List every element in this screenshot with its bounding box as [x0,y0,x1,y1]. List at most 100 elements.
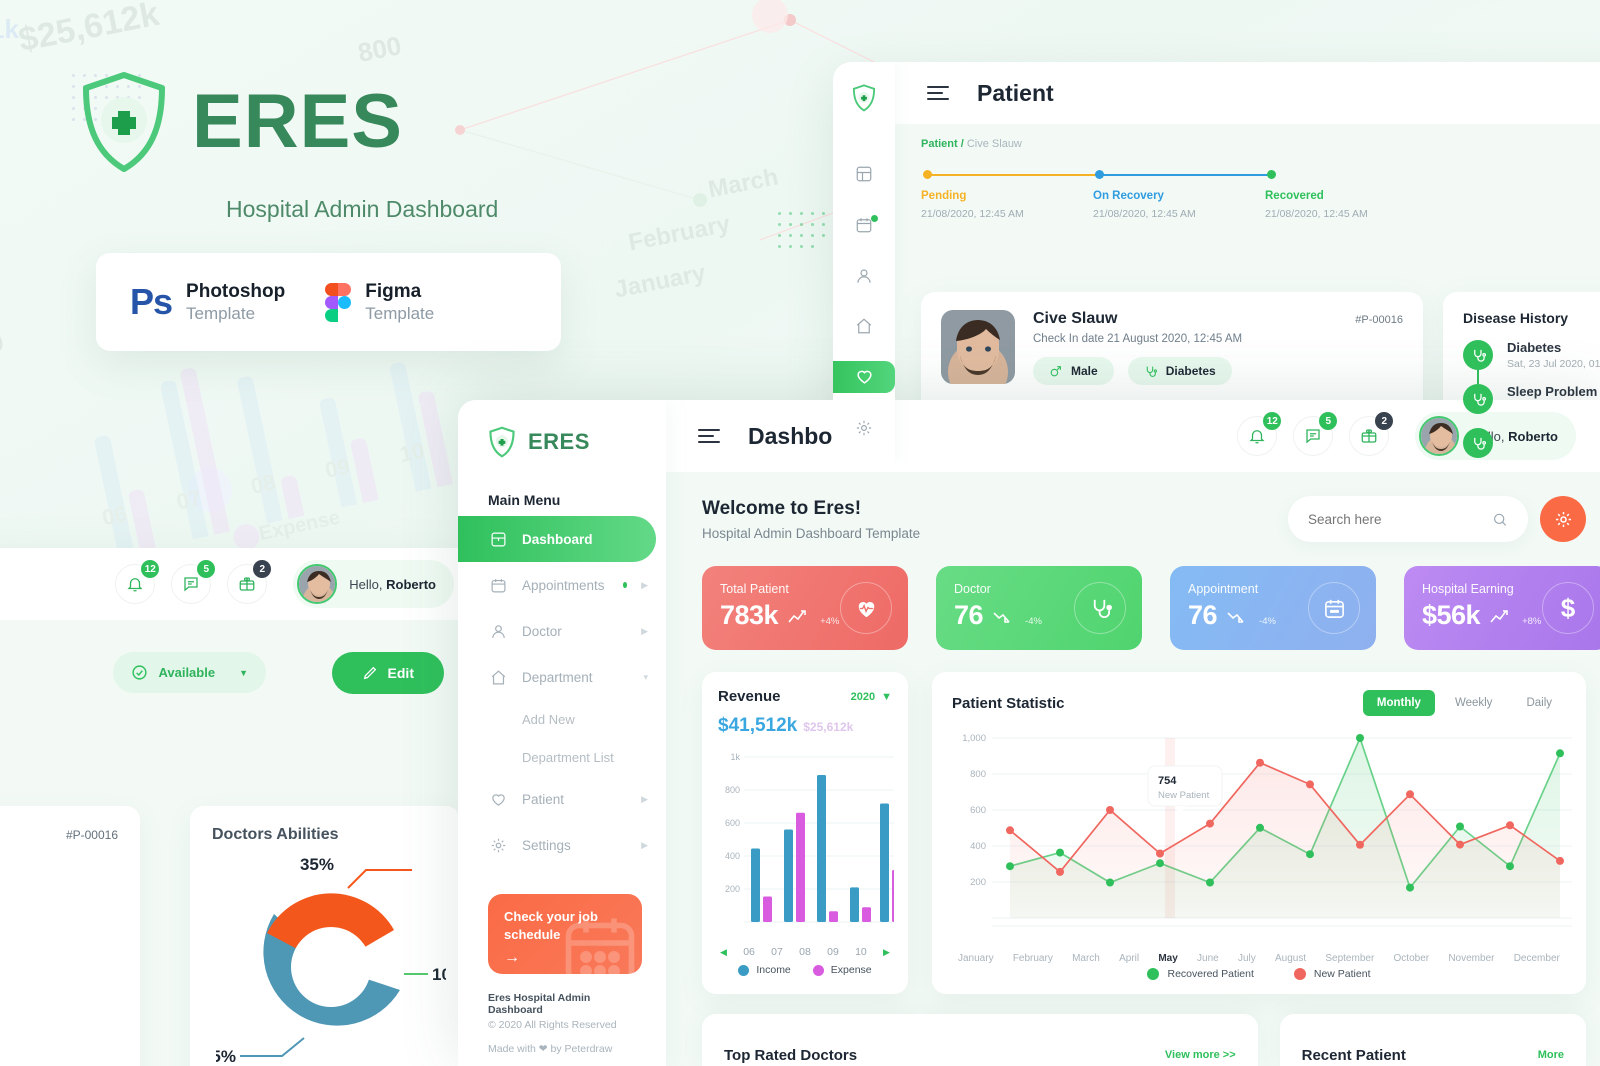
stat-card-hospital-earning[interactable]: Hospital Earning $56k +8% $ [1404,566,1600,650]
dashboard-window: ERES Main Menu Dashboard Appointments ▶ [458,400,1600,1066]
rail-appointments-dot [871,214,878,222]
gifts-button[interactable]: 2 [1349,412,1394,456]
sidebar-item-appointments[interactable]: Appointments ▶ [458,562,666,608]
recent-patient-title: Recent Patient [1301,1046,1406,1064]
svg-text:800: 800 [725,785,740,795]
rail-item-dashboard[interactable] [842,158,886,191]
prev-arrow-icon[interactable]: ◀ [720,947,727,958]
doctor-window-body: Available ▼ Edit #P-00016 Physical Thera… [0,620,480,1066]
chevron-down-icon: ▼ [239,667,248,678]
rail-item-doctor[interactable] [842,259,886,292]
rail-item-department[interactable] [842,310,886,343]
notification-bell-button[interactable]: 12 [115,560,160,604]
disease-date: Sat, 23 Jul 2020, 01:24 PM [1507,358,1600,370]
sidebar-item-dashboard[interactable]: Dashboard [458,516,656,562]
rail-item-appointments[interactable] [842,209,886,242]
search-icon [1494,513,1507,526]
patient-statistic-line-chart: 1,000 800 600 400 200 754 New Patient [962,733,1572,927]
month-june: June [1197,953,1219,964]
hero-block: ERES Hospital Admin Dashboard Ps Photosh… [78,70,618,351]
legend-item-new: New Patient [1293,968,1371,980]
availability-dropdown[interactable]: Available ▼ [113,652,266,693]
range-option-daily[interactable]: Daily [1512,690,1566,716]
rail-item-settings[interactable] [842,411,886,444]
next-arrow-icon[interactable]: ▶ [883,947,890,958]
messages-button[interactable]: 5 [171,560,216,604]
chevron-right-icon: ▶ [641,579,648,590]
sidebar-subitem-department-list[interactable]: Department List [458,738,666,776]
recent-patient-more[interactable]: More [1538,1049,1564,1061]
step-track-pending [927,174,1099,176]
edit-button[interactable]: Edit [331,652,444,694]
range-option-weekly[interactable]: Weekly [1441,690,1507,716]
stat-delta: -4% [1259,616,1276,627]
pencil-icon [363,666,376,680]
sidebar-item-doctor[interactable]: Doctor ▶ [458,608,666,654]
doctor-window-header: 12 5 2 Hello, Roberto [0,548,480,620]
sidebar-item-patient[interactable]: Patient ▶ [458,776,666,822]
bell-badge: 12 [1263,412,1282,430]
ghost-label-january: January [612,259,708,304]
stat-card-appointment[interactable]: Appointment 76 -4% [1170,566,1376,650]
gear-icon [488,837,508,854]
revenue-bar-chart: 1k 800 600 400 200 [725,752,901,923]
doctor-detail-card: #P-00016 Physical Therapy View in Fullsc… [0,806,140,1066]
legend-label-expense: Expense [830,964,872,976]
user-profile-chip[interactable]: Hello, Roberto [293,560,454,608]
patient-statistic-x-axis: January February March April May June Ju… [952,953,1566,964]
step-node-pending [923,170,932,179]
sidebar-label-appointments: Appointments [522,577,605,593]
home-icon [488,669,508,686]
settings-fab-button[interactable] [1540,496,1586,542]
patient-name: Cive Slauw [1033,310,1118,327]
stat-card-total-patient[interactable]: Total Patient 783k +4% [702,566,908,650]
revenue-legend: Income Expense [718,964,892,976]
ghost-label-february: February [626,210,733,257]
doctors-abilities-card: Doctors Abilities 35% 10% 55% [190,806,460,1066]
chevron-right-icon: ▶ [641,839,648,850]
month-december: December [1513,953,1560,964]
doctor-profile-window: 12 5 2 Hello, Roberto Available ▼ Edit #… [0,548,480,1066]
gift-badge: 2 [1375,412,1394,430]
stat-value: 783k [720,600,779,630]
stat-value: 76 [954,600,984,630]
search-box[interactable] [1288,496,1528,542]
stat-delta: +4% [820,616,840,627]
range-option-monthly[interactable]: Monthly [1362,690,1435,716]
poster-stage: $25,612k 1k 800 0 January February March… [0,0,1600,1066]
sidebar-logo[interactable]: ERES [458,400,666,458]
sidebar-item-settings[interactable]: Settings ▶ [458,822,666,868]
sidebar-label-settings: Settings [522,837,571,853]
svg-text:400: 400 [970,841,986,852]
notification-bell-button[interactable]: 12 [1237,412,1282,456]
top-rated-doctors-view-more[interactable]: View more >> [1165,1049,1236,1061]
availability-label: Available [158,665,216,680]
heart-icon [488,791,508,808]
rail-item-patient[interactable] [833,360,895,394]
sidebar-item-department[interactable]: Department ▾ [458,654,666,700]
breadcrumb-root[interactable]: Patient / [921,138,964,150]
sidebar-section-heading: Main Menu [488,492,561,508]
stat-card-doctor[interactable]: Doctor 76 -4% [936,566,1142,650]
job-schedule-promo-card[interactable]: Check your job schedule → [488,894,642,974]
stat-value: $56k [1422,600,1481,630]
patient-statistic-legend: Recovered Patient New Patient [952,968,1566,980]
chevron-down-icon: ▼ [881,690,892,703]
menu-toggle-button[interactable] [698,429,720,443]
menu-toggle-button[interactable] [927,86,949,100]
eres-shield-logo-icon [489,426,515,458]
user-profile-chip[interactable]: Hello, Roberto [1415,412,1576,460]
revenue-year-selector[interactable]: 2020 ▼ [851,691,892,703]
stat-cards-row: Total Patient 783k +4% Doctor 76 -4% App… [702,566,1600,650]
month-april: April [1119,953,1140,964]
gifts-button[interactable]: 2 [227,560,272,604]
ghost-label-march: March [705,163,781,204]
step-date-pending: 21/08/2020, 12:45 AM [921,208,1024,220]
messages-button[interactable]: 5 [1293,412,1338,456]
heartbeat-icon [840,582,892,634]
svg-text:800: 800 [970,769,986,780]
month-september: September [1325,953,1375,964]
search-input[interactable] [1308,511,1493,527]
sidebar-subitem-add-new[interactable]: Add New [458,700,666,738]
chevron-down-icon: ▾ [643,671,648,682]
